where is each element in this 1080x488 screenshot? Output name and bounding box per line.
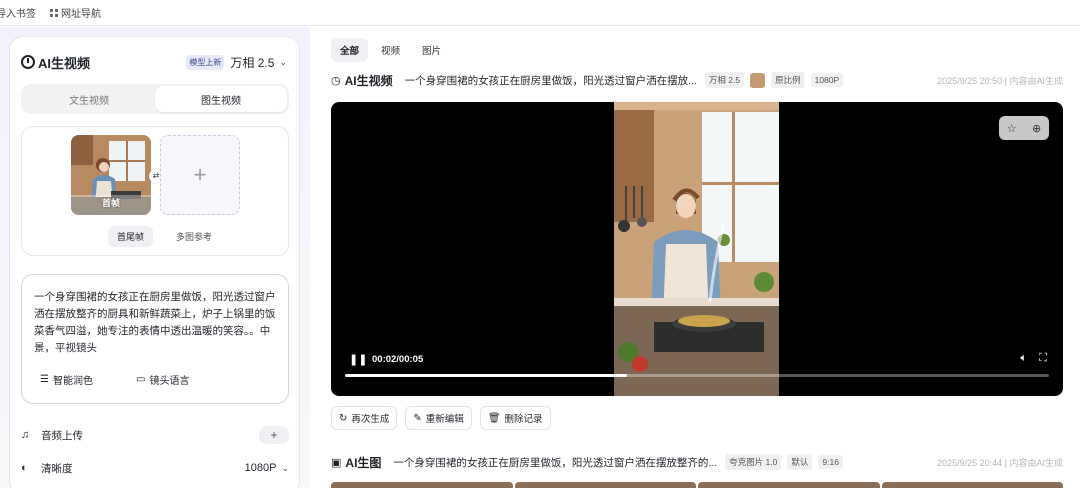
result-title: AI生图 bbox=[345, 455, 382, 470]
first-frame-label: 首帧 bbox=[101, 198, 120, 208]
generation-panel: AI生视频 模型上新 万相 2.5 ⌄ 文生视频 图生视频 首帧 ⇄ + 首尾帧… bbox=[9, 36, 300, 488]
first-frame-thumbnail[interactable]: 首帧 bbox=[71, 135, 151, 215]
camera-language-label: 镜头语言 bbox=[149, 375, 190, 387]
ratio-tag: 9:16 bbox=[818, 455, 843, 469]
model-new-badge: 模型上新 bbox=[186, 54, 225, 70]
smart-polish-button[interactable]: ☰ 智能润色 bbox=[34, 368, 99, 390]
result-header: ▣ AI生图 一个身穿围裙的女孩正在厨房里做饭，阳光透过窗户洒在摆放整齐的...… bbox=[331, 454, 1063, 470]
trash-icon: 🗑︎ bbox=[487, 412, 501, 424]
audio-upload-button[interactable]: + bbox=[259, 426, 289, 444]
tab-first-last-frame[interactable]: 首尾帧 bbox=[108, 226, 154, 247]
filter-video[interactable]: 视频 bbox=[372, 38, 409, 62]
star-icon[interactable]: ☆ bbox=[1007, 122, 1017, 135]
audio-upload-label: 音频上传 bbox=[41, 429, 83, 442]
camera-icon: ▭ bbox=[136, 373, 146, 385]
smart-polish-label: 智能润色 bbox=[52, 375, 93, 387]
reference-thumbnail bbox=[750, 72, 766, 88]
progress-bar[interactable] bbox=[345, 374, 1049, 377]
ai-video-icon bbox=[21, 55, 35, 69]
ratio-tag: 原比例 bbox=[771, 72, 805, 88]
model-tag: 夸克图片 1.0 bbox=[725, 454, 782, 470]
bookmark-import[interactable]: 导入书签 bbox=[0, 5, 36, 20]
camera-language-button[interactable]: ▭ 镜头语言 bbox=[130, 368, 195, 390]
download-icon[interactable]: ⊕ bbox=[1032, 122, 1041, 135]
audio-upload-row: ♫ 音频上传 + bbox=[21, 424, 289, 446]
video-player[interactable]: ☆ ⊕ ❚❚ 00:02/00:05 🔈︎ ⛶ bbox=[331, 102, 1063, 396]
filter-all[interactable]: 全部 bbox=[331, 38, 369, 62]
chevron-down-icon[interactable]: ⌄ bbox=[279, 57, 287, 68]
result-meta: 2025/9/25 20:44 | 内容由AI生成 bbox=[937, 457, 1063, 468]
music-icon: ♫ bbox=[21, 429, 30, 441]
result-meta: 2025/9/25 20:50 | 内容由AI生成 bbox=[937, 75, 1063, 86]
model-tag: 万相 2.5 bbox=[704, 72, 745, 88]
bookmarks-bar: 导入书签 网址导航 bbox=[0, 0, 1080, 26]
delete-record-label: 删除记录 bbox=[504, 414, 543, 425]
prompt-text[interactable]: 一个身穿围裙的女孩正在厨房里做饭，阳光透过窗户洒在摆放整齐的厨具和新鲜蔬菜上，炉… bbox=[34, 289, 276, 357]
delete-record-button[interactable]: 🗑︎ 删除记录 bbox=[479, 406, 551, 430]
resolution-row: ◐ 清晰度 1080P ⌄ bbox=[21, 457, 289, 479]
progress-fill bbox=[345, 374, 627, 377]
result-header: ◷ AI生视频 一个身穿围裙的女孩正在厨房里做饭，阳光透过窗户洒在摆放... 万… bbox=[331, 72, 1063, 88]
frame-upload-card: 首帧 ⇄ + 首尾帧 多图参考 bbox=[21, 126, 289, 256]
grid-icon bbox=[50, 8, 58, 17]
resolution-label: 清晰度 bbox=[41, 462, 73, 475]
regenerate-label: 再次生成 bbox=[351, 414, 390, 425]
video-action-group: ☆ ⊕ bbox=[999, 116, 1049, 140]
result-prompt: 一个身穿围裙的女孩正在厨房里做饭，阳光透过窗户洒在摆放整齐的... bbox=[393, 456, 718, 469]
bookmark-nav-label: 网址导航 bbox=[61, 9, 101, 20]
image-result[interactable] bbox=[698, 482, 880, 488]
image-result[interactable] bbox=[331, 482, 513, 488]
ai-video-icon: ◷ bbox=[331, 74, 341, 87]
image-result[interactable] bbox=[881, 482, 1063, 488]
re-edit-button[interactable]: ✎ 重新编辑 bbox=[405, 406, 472, 430]
model-selector[interactable]: 万相 2.5 bbox=[230, 54, 274, 71]
image-result[interactable] bbox=[514, 482, 696, 488]
add-end-frame-button[interactable]: + bbox=[160, 135, 240, 215]
result-filter-tabs: 全部 视频 图片 bbox=[331, 38, 454, 62]
resolution-tag: 1080P bbox=[810, 73, 844, 87]
plus-icon: + bbox=[193, 162, 207, 187]
bookmark-import-label: 导入书签 bbox=[0, 9, 36, 20]
ai-image-icon: ▣ bbox=[331, 456, 342, 469]
resolution-icon: ◐ bbox=[21, 462, 28, 474]
result-title: AI生视频 bbox=[344, 73, 393, 88]
tab-text-to-video[interactable]: 文生视频 bbox=[23, 86, 155, 112]
playback-time: 00:02/00:05 bbox=[372, 354, 424, 365]
image-results-strip bbox=[331, 482, 1063, 488]
mode-switch: 文生视频 图生视频 bbox=[21, 84, 289, 114]
panel-header: AI生视频 模型上新 万相 2.5 ⌄ bbox=[21, 53, 287, 71]
video-frame-image bbox=[614, 102, 779, 396]
chevron-down-icon[interactable]: ⌄ bbox=[281, 463, 289, 474]
resolution-select[interactable]: 1080P bbox=[245, 462, 277, 474]
regenerate-button[interactable]: ↻ 再次生成 bbox=[331, 406, 398, 430]
fullscreen-icon[interactable]: ⛶ bbox=[1039, 352, 1047, 365]
result-actions: ↻ 再次生成 ✎ 重新编辑 🗑︎ 删除记录 bbox=[331, 406, 559, 430]
volume-icon[interactable]: 🔈︎ bbox=[1020, 352, 1027, 365]
tab-image-to-video[interactable]: 图生视频 bbox=[155, 86, 287, 112]
re-edit-label: 重新编辑 bbox=[425, 414, 464, 425]
filter-image[interactable]: 图片 bbox=[413, 38, 450, 62]
bookmark-nav[interactable]: 网址导航 bbox=[50, 5, 101, 20]
polish-icon: ☰ bbox=[40, 373, 49, 385]
panel-title: AI生视频 bbox=[38, 55, 91, 71]
tab-multi-image-reference[interactable]: 多图参考 bbox=[167, 226, 221, 247]
style-tag: 默认 bbox=[787, 454, 813, 470]
prompt-input[interactable]: 一个身穿围裙的女孩正在厨房里做饭，阳光透过窗户洒在摆放整齐的厨具和新鲜蔬菜上，炉… bbox=[21, 274, 289, 404]
result-prompt: 一个身穿围裙的女孩正在厨房里做饭，阳光透过窗户洒在摆放... bbox=[404, 74, 697, 87]
pause-button[interactable]: ❚❚ bbox=[349, 353, 367, 366]
edit-icon: ✎ bbox=[413, 412, 422, 424]
refresh-icon: ↻ bbox=[339, 412, 348, 424]
